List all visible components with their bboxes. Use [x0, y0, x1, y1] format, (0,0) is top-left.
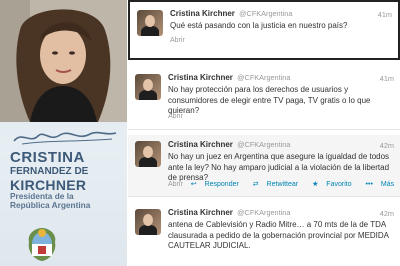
retweet-button[interactable]: ⇄ Retwittear — [253, 181, 304, 188]
profile-photo — [0, 0, 127, 122]
tweet-time[interactable]: 41m — [380, 74, 394, 83]
tweet-item[interactable]: Cristina Kirchner @CFKArgentina 41m Qué … — [128, 0, 400, 60]
tweet-item[interactable]: Cristina Kirchner @CFKArgentina 42m No h… — [128, 135, 400, 197]
tweet-text: No hay un juez en Argentina que asegure … — [168, 152, 390, 183]
tweet-text: antena de Cablevisión y Radio Mitre… a 7… — [168, 220, 389, 251]
tweet-item[interactable]: Cristina Kirchner @CFKArgentina 42m ante… — [128, 203, 400, 266]
favorite-label: Favorito — [326, 181, 352, 188]
open-tweet-link[interactable]: Abrir — [168, 181, 183, 188]
coat-of-arms-icon — [28, 228, 56, 261]
portrait-image — [0, 0, 127, 122]
tweet-text: No hay protección para los derechos de u… — [168, 85, 371, 116]
tweet-text: Qué está pasando con la justicia en nues… — [170, 21, 348, 30]
profile-role: Presidenta de la República Argentina — [10, 192, 125, 210]
more-icon: ••• — [365, 181, 373, 188]
tweet-time[interactable]: 42m — [380, 209, 394, 218]
avatar[interactable] — [135, 74, 161, 100]
tweet-time[interactable]: 42m — [380, 141, 394, 150]
more-label: Más — [380, 181, 395, 188]
tweet-time[interactable]: 41m — [378, 10, 392, 19]
signature-image — [13, 131, 117, 145]
tweet-handle[interactable]: @CFKArgentina — [239, 9, 292, 18]
avatar[interactable] — [135, 141, 161, 167]
tweet-handle[interactable]: @CFKArgentina — [237, 208, 290, 217]
profile-panel: CRISTINA FERNANDEZ DE KIRCHNER President… — [0, 0, 127, 266]
reply-icon: ↩ — [190, 181, 197, 188]
tweet-header: Cristina Kirchner @CFKArgentina — [168, 208, 290, 217]
tweet-author[interactable]: Cristina Kirchner — [168, 140, 233, 149]
profile-name: CRISTINA FERNANDEZ DE KIRCHNER — [10, 150, 127, 192]
favorite-button[interactable]: ★ Favorito — [312, 181, 358, 188]
open-tweet-link[interactable]: Abrir — [168, 113, 183, 120]
avatar[interactable] — [135, 209, 161, 235]
profile-name-middle: FERNANDEZ DE — [10, 166, 89, 177]
more-button[interactable]: ••• Más — [366, 181, 400, 188]
profile-role-line2: República Argentina — [10, 199, 91, 210]
reply-button[interactable]: ↩ Responder — [191, 181, 245, 188]
tweet-handle[interactable]: @CFKArgentina — [237, 73, 290, 82]
tweet-header: Cristina Kirchner @CFKArgentina — [168, 140, 290, 149]
avatar[interactable] — [137, 10, 163, 36]
reply-label: Responder — [204, 181, 239, 188]
tweet-author[interactable]: Cristina Kirchner — [168, 73, 233, 82]
tweet-header: Cristina Kirchner @CFKArgentina — [170, 9, 292, 18]
tweet-author[interactable]: Cristina Kirchner — [168, 208, 233, 217]
profile-name-first: CRISTINA — [10, 149, 85, 166]
tweet-author[interactable]: Cristina Kirchner — [170, 9, 235, 18]
retweet-label: Retwittear — [266, 181, 299, 188]
tweet-item[interactable]: Cristina Kirchner @CFKArgentina 41m No h… — [128, 68, 400, 130]
star-icon: ★ — [312, 181, 319, 188]
tweet-actions: Abrir ↩ Responder ⇄ Retwittear ★ Favorit… — [168, 180, 400, 188]
tweet-stream: Cristina Kirchner @CFKArgentina 41m Qué … — [128, 0, 400, 266]
tweet-handle[interactable]: @CFKArgentina — [237, 140, 290, 149]
tweet-header: Cristina Kirchner @CFKArgentina — [168, 73, 290, 82]
retweet-icon: ⇄ — [252, 181, 259, 188]
profile-name-last: KIRCHNER — [10, 177, 87, 193]
open-tweet-link[interactable]: Abrir — [170, 37, 185, 44]
